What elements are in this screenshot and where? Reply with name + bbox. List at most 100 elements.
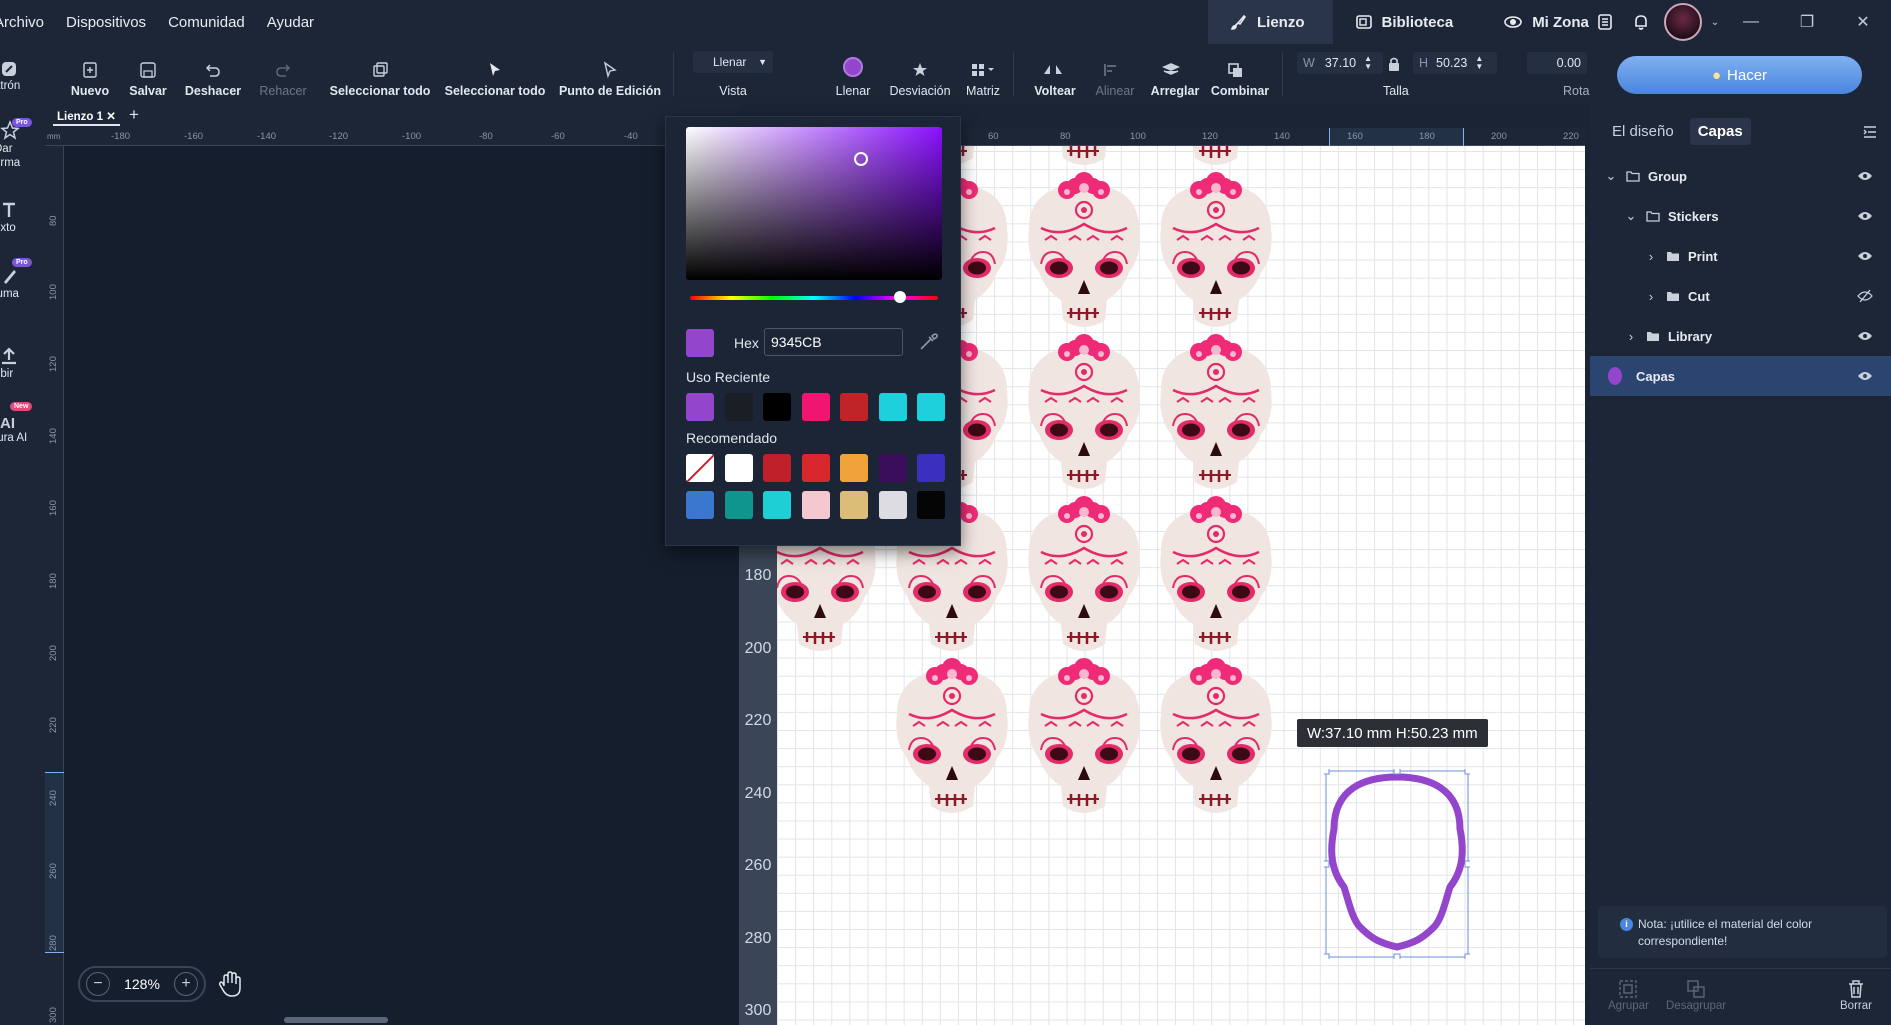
recommended-color-swatch[interactable] — [763, 491, 791, 519]
recommended-color-swatch[interactable] — [763, 454, 791, 482]
skull-sticker[interactable] — [1153, 492, 1279, 662]
llenar-button[interactable]: Llenar — [833, 44, 873, 104]
zoom-in-button[interactable]: + — [174, 972, 198, 996]
skull-sticker[interactable] — [1021, 330, 1147, 500]
tab-biblioteca[interactable]: Biblioteca — [1333, 0, 1482, 44]
select-tool-button[interactable]: Seleccionar todo — [445, 44, 545, 104]
skull-sticker[interactable] — [1021, 654, 1147, 824]
layer-group[interactable]: ⌄ Group — [1590, 156, 1891, 196]
recommended-color-swatch[interactable] — [840, 454, 868, 482]
chevron-down-icon[interactable]: ⌄ — [1707, 0, 1723, 44]
avatar[interactable] — [1659, 0, 1707, 44]
hacer-button[interactable]: ● Hacer — [1617, 56, 1862, 94]
eye-icon[interactable] — [1857, 170, 1873, 182]
desagrupar-button[interactable]: Desagrupar — [1666, 978, 1726, 1012]
rotation-field[interactable]: 0.00 — [1527, 52, 1587, 74]
eye-icon[interactable] — [1857, 330, 1873, 342]
borrar-button[interactable]: Borrar — [1840, 978, 1872, 1012]
deshacer-button[interactable]: Deshacer — [185, 44, 241, 104]
skull-sticker[interactable] — [1021, 492, 1147, 662]
recommended-color-swatch[interactable] — [840, 491, 868, 519]
seleccionar-todo-button[interactable]: Seleccionar todo — [330, 44, 430, 104]
chevron-down-icon[interactable]: ⌄ — [1604, 168, 1618, 184]
tasks-icon[interactable] — [1587, 0, 1623, 44]
chevron-right-icon[interactable]: › — [1644, 249, 1658, 264]
skull-sticker[interactable] — [1021, 168, 1147, 338]
width-field[interactable]: W 37.10 ▲ ▼ — [1297, 52, 1383, 74]
canvas-dark-area[interactable] — [45, 104, 739, 1025]
recommended-color-swatch[interactable] — [878, 491, 907, 519]
arreglar-button[interactable]: Arreglar — [1150, 44, 1200, 104]
height-field[interactable]: H 50.23 ▲ ▼ — [1413, 52, 1497, 74]
minimize-icon[interactable]: — — [1723, 0, 1779, 44]
agrupar-button[interactable]: Agrupar — [1608, 978, 1649, 1012]
recent-color-swatch[interactable] — [917, 393, 945, 421]
add-tab-icon[interactable]: + — [129, 105, 139, 125]
recommended-color-swatch[interactable] — [801, 491, 830, 519]
layer-print[interactable]: › Print — [1590, 236, 1891, 276]
color-cursor[interactable] — [854, 152, 868, 166]
hue-knob[interactable] — [894, 291, 906, 303]
recommended-color-swatch[interactable] — [917, 491, 945, 519]
layer-capas[interactable]: Capas — [1590, 356, 1891, 396]
menu-comunidad[interactable]: Comunidad — [168, 14, 245, 31]
rehacer-button[interactable]: Rehacer — [255, 44, 311, 104]
saturation-value-area[interactable] — [686, 127, 942, 280]
skull-sticker[interactable] — [1153, 330, 1279, 500]
recommended-color-swatch[interactable] — [801, 454, 830, 482]
recommended-color-swatch[interactable] — [724, 454, 753, 482]
rail-texto[interactable]: exto — [0, 200, 45, 234]
tab-lienzo[interactable]: Lienzo — [1208, 0, 1333, 44]
doc-tab-lienzo-1[interactable]: Lienzo 1 ✕ — [53, 106, 120, 126]
recent-color-swatch[interactable] — [801, 393, 830, 421]
alinear-button[interactable]: Alinear — [1090, 44, 1140, 104]
recommended-color-swatch[interactable] — [686, 491, 714, 519]
menu-ayudar[interactable]: Ayudar — [267, 14, 314, 31]
bell-icon[interactable] — [1623, 0, 1659, 44]
recommended-color-swatch[interactable] — [686, 454, 714, 482]
recent-color-swatch[interactable] — [763, 393, 791, 421]
recent-color-swatch[interactable] — [840, 393, 868, 421]
rail-patron[interactable]: atrón — [0, 60, 45, 92]
menu-dispositivos[interactable]: Dispositivos — [66, 14, 146, 31]
rail-dar-forma[interactable]: Pro Dar orma — [0, 118, 45, 170]
punto-edicion-button[interactable]: Punto de Edición — [559, 44, 661, 104]
layer-stickers[interactable]: ⌄ Stickers — [1590, 196, 1891, 236]
matriz-button[interactable]: Matriz — [963, 44, 1003, 104]
tab-capas[interactable]: Capas — [1689, 118, 1751, 145]
hue-slider[interactable] — [690, 291, 938, 303]
restore-icon[interactable]: ❐ — [1779, 0, 1835, 44]
menu-archivo[interactable]: Archivo — [0, 14, 44, 31]
skull-sticker[interactable] — [1153, 654, 1279, 824]
vista-select[interactable]: Llenar ▼ — [693, 51, 773, 73]
hand-icon[interactable] — [216, 970, 244, 998]
combinar-button[interactable]: Combinar — [1211, 44, 1269, 104]
skull-sticker[interactable] — [1153, 168, 1279, 338]
chevron-down-icon[interactable]: ⌄ — [1624, 208, 1638, 224]
selected-skull-outline[interactable] — [1324, 769, 1470, 959]
eye-hidden-icon[interactable] — [1857, 289, 1873, 303]
recommended-color-swatch[interactable] — [878, 454, 907, 482]
nuevo-button[interactable]: Nuevo — [67, 44, 113, 104]
tab-el-diseno[interactable]: El diseño — [1604, 118, 1682, 145]
collapse-panel-icon[interactable] — [1862, 124, 1878, 140]
eye-icon[interactable] — [1857, 210, 1873, 222]
eyedropper-icon[interactable] — [918, 330, 940, 352]
close-icon[interactable]: ✕ — [1835, 0, 1891, 44]
layer-library[interactable]: › Library — [1590, 316, 1891, 356]
recent-color-swatch[interactable] — [686, 393, 714, 421]
rail-pluma[interactable]: Pro luma — [0, 258, 45, 300]
rail-subir[interactable]: ubir — [0, 344, 45, 380]
chevron-right-icon[interactable]: › — [1624, 329, 1638, 344]
recent-color-swatch[interactable] — [724, 393, 753, 421]
eye-icon[interactable] — [1857, 250, 1873, 262]
desviacion-button[interactable]: Desviación — [889, 44, 951, 104]
recommended-color-swatch[interactable] — [724, 491, 753, 519]
hex-input[interactable] — [764, 328, 903, 356]
recommended-color-swatch[interactable] — [917, 454, 945, 482]
salvar-button[interactable]: Salvar — [125, 44, 171, 104]
eye-icon[interactable] — [1857, 370, 1873, 382]
chevron-right-icon[interactable]: › — [1644, 289, 1658, 304]
horizontal-scrollbar[interactable] — [284, 1017, 388, 1023]
close-tab-icon[interactable]: ✕ — [106, 111, 116, 123]
